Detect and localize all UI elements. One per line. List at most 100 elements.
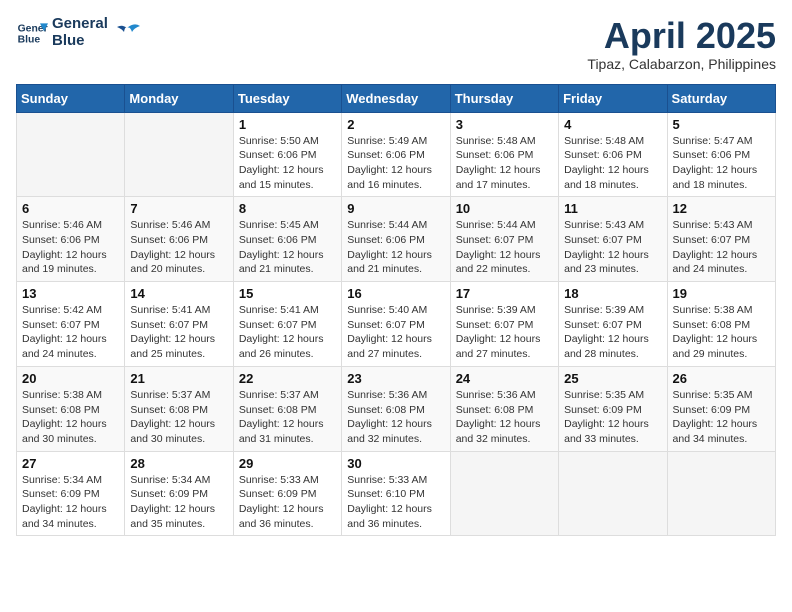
calendar-cell: 29Sunrise: 5:33 AM Sunset: 6:09 PM Dayli… [233, 451, 341, 536]
day-of-week-header: Tuesday [233, 84, 341, 112]
day-number: 11 [564, 201, 661, 216]
calendar-cell: 22 Sunrise: 5:37 AM Sunset: 6:08 PM Dayli… [233, 366, 341, 451]
calendar-cell: 4 Sunrise: 5:48 AM Sunset: 6:06 PM Daylig… [559, 112, 667, 197]
day-info: Sunrise: 5:36 AM Sunset: 6:08 PM Dayligh… [456, 388, 553, 447]
day-number: 8 [239, 201, 336, 216]
day-number: 3 [456, 117, 553, 132]
day-info: Sunrise: 5:36 AM Sunset: 6:08 PM Dayligh… [347, 388, 444, 447]
day-info: Sunrise: 5:34 AM Sunset: 6:09 PM Dayligh… [22, 473, 119, 532]
logo-line1: General [52, 16, 108, 33]
day-of-week-header: Friday [559, 84, 667, 112]
day-info: Sunrise: 5:33 AM Sunset: 6:10 PM Dayligh… [347, 473, 444, 532]
month-title: April 2025 [587, 16, 776, 56]
day-info: Sunrise: 5:41 AM Sunset: 6:07 PM Dayligh… [130, 303, 227, 362]
day-info: Sunrise: 5:41 AM Sunset: 6:07 PM Dayligh… [239, 303, 336, 362]
day-info: Sunrise: 5:47 AM Sunset: 6:06 PM Dayligh… [673, 134, 770, 193]
calendar-cell: 5 Sunrise: 5:47 AM Sunset: 6:06 PM Daylig… [667, 112, 775, 197]
calendar-cell [450, 451, 558, 536]
calendar-cell [559, 451, 667, 536]
day-number: 18 [564, 286, 661, 301]
calendar-cell: 14 Sunrise: 5:41 AM Sunset: 6:07 PM Dayli… [125, 282, 233, 367]
day-number: 16 [347, 286, 444, 301]
day-number: 26 [673, 371, 770, 386]
day-info: Sunrise: 5:43 AM Sunset: 6:07 PM Dayligh… [564, 218, 661, 277]
day-number: 22 [239, 371, 336, 386]
calendar-cell: 6 Sunrise: 5:46 AM Sunset: 6:06 PM Daylig… [17, 197, 125, 282]
day-number: 17 [456, 286, 553, 301]
calendar-cell: 27 Sunrise: 5:34 AM Sunset: 6:09 PM Dayli… [17, 451, 125, 536]
day-number: 4 [564, 117, 661, 132]
day-number: 10 [456, 201, 553, 216]
day-info: Sunrise: 5:37 AM Sunset: 6:08 PM Dayligh… [239, 388, 336, 447]
page-header: General Blue General Blue April 2025 Tip… [16, 16, 776, 72]
day-number: 28 [130, 456, 227, 471]
calendar-cell: 18 Sunrise: 5:39 AM Sunset: 6:07 PM Dayli… [559, 282, 667, 367]
calendar-cell: 16 Sunrise: 5:40 AM Sunset: 6:07 PM Dayli… [342, 282, 450, 367]
day-number: 14 [130, 286, 227, 301]
day-info: Sunrise: 5:46 AM Sunset: 6:06 PM Dayligh… [130, 218, 227, 277]
day-of-week-header: Thursday [450, 84, 558, 112]
day-info: Sunrise: 5:48 AM Sunset: 6:06 PM Dayligh… [564, 134, 661, 193]
day-of-week-header: Saturday [667, 84, 775, 112]
svg-text:Blue: Blue [18, 34, 41, 45]
calendar-cell: 15 Sunrise: 5:41 AM Sunset: 6:07 PM Dayli… [233, 282, 341, 367]
calendar-week-row: 6 Sunrise: 5:46 AM Sunset: 6:06 PM Daylig… [17, 197, 776, 282]
calendar-cell: 10 Sunrise: 5:44 AM Sunset: 6:07 PM Dayli… [450, 197, 558, 282]
location: Tipaz, Calabarzon, Philippines [587, 56, 776, 72]
calendar-cell: 23 Sunrise: 5:36 AM Sunset: 6:08 PM Dayli… [342, 366, 450, 451]
day-info: Sunrise: 5:38 AM Sunset: 6:08 PM Dayligh… [673, 303, 770, 362]
day-info: Sunrise: 5:35 AM Sunset: 6:09 PM Dayligh… [564, 388, 661, 447]
day-info: Sunrise: 5:44 AM Sunset: 6:07 PM Dayligh… [456, 218, 553, 277]
calendar-cell: 9Sunrise: 5:44 AM Sunset: 6:06 PM Daylig… [342, 197, 450, 282]
day-of-week-header: Sunday [17, 84, 125, 112]
day-number: 27 [22, 456, 119, 471]
day-number: 20 [22, 371, 119, 386]
calendar-cell: 11 Sunrise: 5:43 AM Sunset: 6:07 PM Dayli… [559, 197, 667, 282]
day-number: 15 [239, 286, 336, 301]
logo: General Blue General Blue [16, 16, 142, 49]
calendar-week-row: 20 Sunrise: 5:38 AM Sunset: 6:08 PM Dayli… [17, 366, 776, 451]
day-number: 5 [673, 117, 770, 132]
calendar-cell: 13 Sunrise: 5:42 AM Sunset: 6:07 PM Dayli… [17, 282, 125, 367]
day-info: Sunrise: 5:40 AM Sunset: 6:07 PM Dayligh… [347, 303, 444, 362]
calendar-week-row: 27 Sunrise: 5:34 AM Sunset: 6:09 PM Dayli… [17, 451, 776, 536]
day-of-week-header: Wednesday [342, 84, 450, 112]
day-number: 1 [239, 117, 336, 132]
day-number: 9 [347, 201, 444, 216]
day-info: Sunrise: 5:46 AM Sunset: 6:06 PM Dayligh… [22, 218, 119, 277]
day-number: 23 [347, 371, 444, 386]
day-info: Sunrise: 5:42 AM Sunset: 6:07 PM Dayligh… [22, 303, 119, 362]
calendar-cell: 8Sunrise: 5:45 AM Sunset: 6:06 PM Daylig… [233, 197, 341, 282]
day-info: Sunrise: 5:49 AM Sunset: 6:06 PM Dayligh… [347, 134, 444, 193]
day-info: Sunrise: 5:33 AM Sunset: 6:09 PM Dayligh… [239, 473, 336, 532]
calendar-cell: 17Sunrise: 5:39 AM Sunset: 6:07 PM Dayli… [450, 282, 558, 367]
calendar-cell: 1 Sunrise: 5:50 AM Sunset: 6:06 PM Daylig… [233, 112, 341, 197]
calendar-cell [17, 112, 125, 197]
day-info: Sunrise: 5:43 AM Sunset: 6:07 PM Dayligh… [673, 218, 770, 277]
calendar-cell: 24 Sunrise: 5:36 AM Sunset: 6:08 PM Dayli… [450, 366, 558, 451]
day-number: 19 [673, 286, 770, 301]
day-info: Sunrise: 5:39 AM Sunset: 6:07 PM Dayligh… [564, 303, 661, 362]
day-number: 21 [130, 371, 227, 386]
calendar-table: SundayMondayTuesdayWednesdayThursdayFrid… [16, 84, 776, 537]
calendar-cell: 28Sunrise: 5:34 AM Sunset: 6:09 PM Dayli… [125, 451, 233, 536]
calendar-cell [667, 451, 775, 536]
day-number: 2 [347, 117, 444, 132]
calendar-cell: 19 Sunrise: 5:38 AM Sunset: 6:08 PM Dayli… [667, 282, 775, 367]
calendar-cell [125, 112, 233, 197]
logo-icon: General Blue [16, 17, 48, 49]
day-number: 12 [673, 201, 770, 216]
day-number: 7 [130, 201, 227, 216]
calendar-cell: 21Sunrise: 5:37 AM Sunset: 6:08 PM Dayli… [125, 366, 233, 451]
logo-bird-icon [112, 18, 142, 48]
day-info: Sunrise: 5:50 AM Sunset: 6:06 PM Dayligh… [239, 134, 336, 193]
day-info: Sunrise: 5:38 AM Sunset: 6:08 PM Dayligh… [22, 388, 119, 447]
title-block: April 2025 Tipaz, Calabarzon, Philippine… [587, 16, 776, 72]
day-number: 24 [456, 371, 553, 386]
day-number: 6 [22, 201, 119, 216]
calendar-week-row: 13 Sunrise: 5:42 AM Sunset: 6:07 PM Dayli… [17, 282, 776, 367]
day-number: 13 [22, 286, 119, 301]
calendar-cell: 26Sunrise: 5:35 AM Sunset: 6:09 PM Dayli… [667, 366, 775, 451]
day-of-week-header: Monday [125, 84, 233, 112]
day-number: 25 [564, 371, 661, 386]
